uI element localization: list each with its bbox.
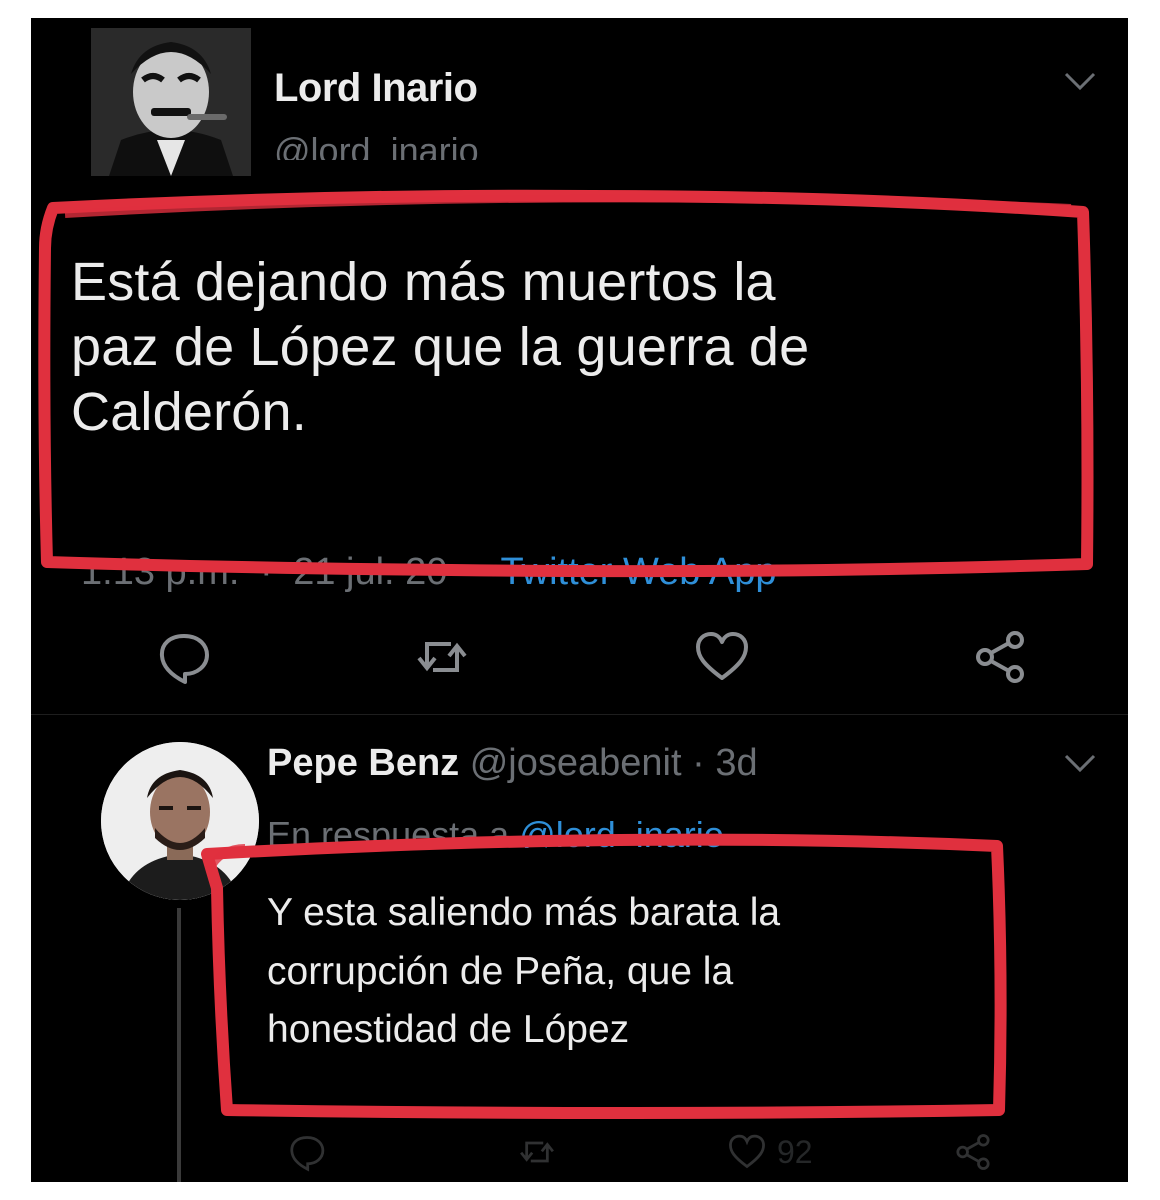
- reply-avatar[interactable]: [101, 742, 259, 900]
- reply-text-line: Y esta saliendo más barata la: [267, 891, 781, 934]
- chevron-down-icon[interactable]: [1063, 70, 1097, 92]
- thread-line: [177, 908, 181, 1182]
- reply-actions: 92: [267, 1132, 1047, 1172]
- reply-to-label: En respuesta a: [267, 814, 510, 848]
- tweet-text-line: paz de López que la guerra de: [71, 316, 810, 377]
- author-name[interactable]: Lord Inario: [274, 66, 478, 111]
- meta-separator: ·: [692, 742, 705, 784]
- reply-to-line: En respuesta a @lord_inario: [267, 814, 724, 848]
- chevron-down-icon[interactable]: [1063, 752, 1097, 774]
- tweet-date[interactable]: 21 jul. 20: [293, 551, 447, 593]
- reply-text-line: corrupción de Peña, que la: [267, 949, 734, 993]
- tweet-source[interactable]: Twitter Web App: [501, 551, 777, 593]
- reply-header: Pepe Benz @joseabenit · 3d: [267, 742, 758, 785]
- tweet-screenshot: Lord Inario @lord_inario Está dejando má…: [31, 18, 1128, 1182]
- heart-icon[interactable]: [693, 628, 751, 686]
- retweet-icon[interactable]: [517, 1132, 557, 1172]
- red-highlight-box-main: [64, 194, 1072, 218]
- reply-icon[interactable]: [155, 628, 213, 686]
- reply-age[interactable]: 3d: [715, 742, 757, 784]
- tweet-meta: 1:13 p.m. · 21 jul. 20 · Twitter Web App: [81, 551, 777, 594]
- reply-to-mention[interactable]: @lord_inario: [519, 814, 724, 848]
- reply-text-line: honestidad de López: [267, 1008, 630, 1051]
- tweet-text: Está dejando más muertos la paz de López…: [71, 250, 1081, 444]
- retweet-icon[interactable]: [413, 628, 471, 686]
- share-icon[interactable]: [971, 628, 1029, 686]
- share-icon[interactable]: [953, 1132, 993, 1172]
- reply-author-handle[interactable]: @joseabenit: [470, 742, 682, 784]
- tweet-text-line: Está dejando más muertos la: [71, 252, 776, 312]
- reply-author-name[interactable]: Pepe Benz: [267, 742, 459, 784]
- author-handle[interactable]: @lord_inario: [274, 130, 479, 160]
- like-count: 92: [777, 1134, 813, 1170]
- heart-icon[interactable]: 92: [727, 1132, 813, 1172]
- author-avatar[interactable]: [91, 28, 251, 176]
- tweet-text-line: Calderón.: [71, 381, 307, 442]
- tweet-actions: [31, 618, 1128, 698]
- reply-icon[interactable]: [287, 1132, 327, 1172]
- tweet-time[interactable]: 1:13 p.m.: [81, 551, 239, 593]
- reply-text: Y esta saliendo más barata la corrupción…: [267, 884, 987, 1060]
- meta-separator: ·: [468, 551, 481, 593]
- meta-separator: ·: [259, 551, 273, 593]
- divider: [31, 714, 1128, 715]
